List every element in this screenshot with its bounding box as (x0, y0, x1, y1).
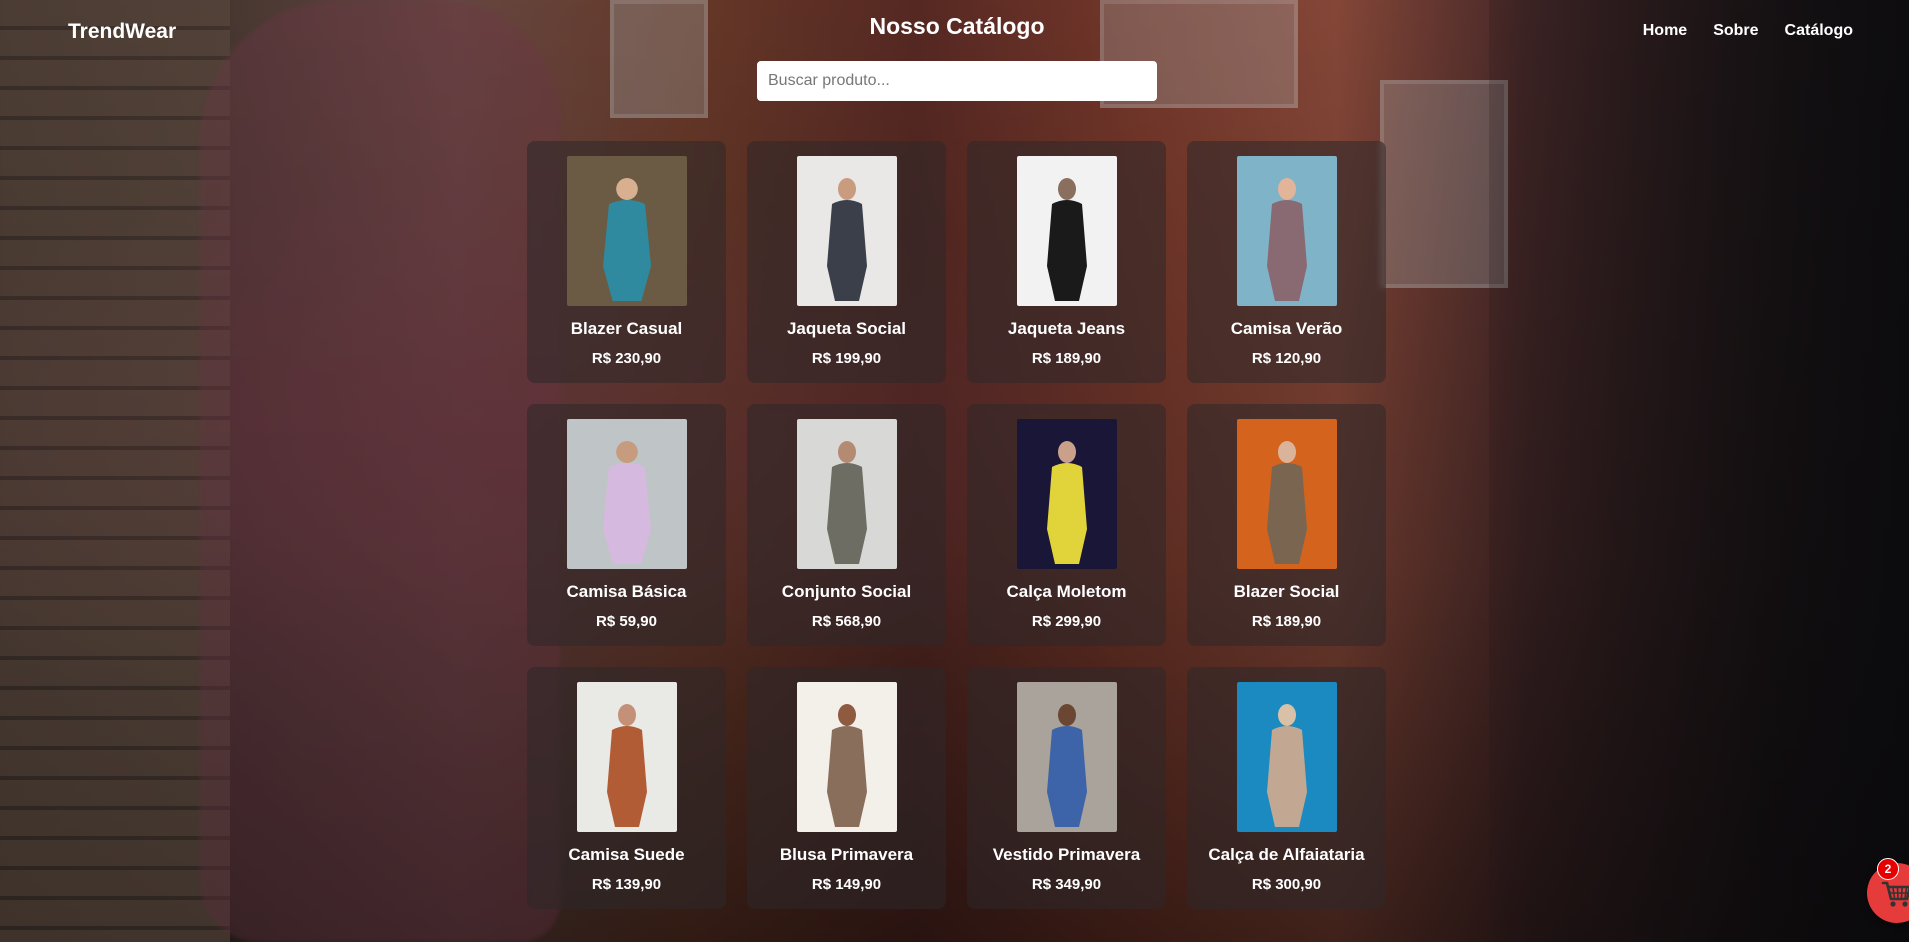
product-card[interactable]: Camisa Básica R$ 59,90 (527, 404, 726, 646)
search-input[interactable] (757, 61, 1157, 101)
product-name: Conjunto Social (781, 582, 912, 601)
product-image[interactable] (796, 419, 897, 569)
product-image[interactable] (1236, 419, 1337, 569)
product-name: Blusa Primavera (779, 845, 914, 864)
product-card[interactable]: Jaqueta Social R$ 199,90 (747, 141, 946, 383)
product-name: Jaqueta Jeans (1007, 319, 1126, 338)
product-name: Camisa Verão (1230, 319, 1343, 338)
product-grid: Blazer Casual R$ 230,90 Jaqueta Social R$ 1… (527, 141, 1386, 909)
product-price: R$ 189,90 (1031, 350, 1102, 367)
product-card[interactable]: Jaqueta Jeans R$ 189,90 (967, 141, 1166, 383)
product-price: R$ 199,90 (811, 350, 882, 367)
product-name: Blazer Casual (570, 319, 683, 338)
product-price: R$ 568,90 (811, 613, 882, 630)
product-image[interactable] (566, 419, 687, 569)
background-model (200, 0, 560, 942)
product-image[interactable] (1016, 156, 1117, 306)
product-name: Vestido Primavera (992, 845, 1141, 864)
product-image[interactable] (1236, 682, 1337, 832)
nav-sobre-link[interactable]: Sobre (1713, 22, 1758, 40)
product-name: Camisa Básica (566, 582, 687, 601)
page-title: Nosso Catálogo (869, 13, 1045, 39)
product-image[interactable] (796, 682, 897, 832)
product-card[interactable]: Blazer Social R$ 189,90 (1187, 404, 1386, 646)
background-brick-wall (0, 0, 230, 942)
product-name: Jaqueta Social (786, 319, 907, 338)
product-price: R$ 230,90 (591, 350, 662, 367)
main-nav: Home Sobre Catálogo (1643, 22, 1853, 40)
product-price: R$ 120,90 (1251, 350, 1322, 367)
product-image[interactable] (1016, 682, 1117, 832)
product-image[interactable] (566, 156, 687, 306)
product-image[interactable] (796, 156, 897, 306)
product-name: Calça de Alfaiataria (1208, 845, 1365, 864)
product-price: R$ 300,90 (1251, 876, 1322, 893)
product-card[interactable]: Calça Moletom R$ 299,90 (967, 404, 1166, 646)
top-header: TrendWear Nosso Catálogo Home Sobre Catá… (0, 0, 1909, 60)
product-price: R$ 349,90 (1031, 876, 1102, 893)
product-price: R$ 189,90 (1251, 613, 1322, 630)
product-image[interactable] (1016, 419, 1117, 569)
product-card[interactable]: Camisa Verão R$ 120,90 (1187, 141, 1386, 383)
product-image[interactable] (576, 682, 677, 832)
product-card[interactable]: Blazer Casual R$ 230,90 (527, 141, 726, 383)
product-image[interactable] (1236, 156, 1337, 306)
product-price: R$ 149,90 (811, 876, 882, 893)
product-price: R$ 139,90 (591, 876, 662, 893)
product-card[interactable]: Blusa Primavera R$ 149,90 (747, 667, 946, 909)
nav-home-link[interactable]: Home (1643, 22, 1687, 40)
product-card[interactable]: Vestido Primavera R$ 349,90 (967, 667, 1166, 909)
product-card[interactable]: Calça de Alfaiataria R$ 300,90 (1187, 667, 1386, 909)
background-shadow (1489, 0, 1909, 942)
product-card[interactable]: Camisa Suede R$ 139,90 (527, 667, 726, 909)
product-name: Camisa Suede (568, 845, 685, 864)
product-card[interactable]: Conjunto Social R$ 568,90 (747, 404, 946, 646)
product-price: R$ 59,90 (596, 613, 657, 630)
nav-catalogo-link[interactable]: Catálogo (1785, 22, 1853, 40)
product-price: R$ 299,90 (1031, 613, 1102, 630)
product-name: Calça Moletom (1006, 582, 1127, 601)
cart-count-badge: 2 (1877, 858, 1899, 880)
product-name: Blazer Social (1233, 582, 1340, 601)
